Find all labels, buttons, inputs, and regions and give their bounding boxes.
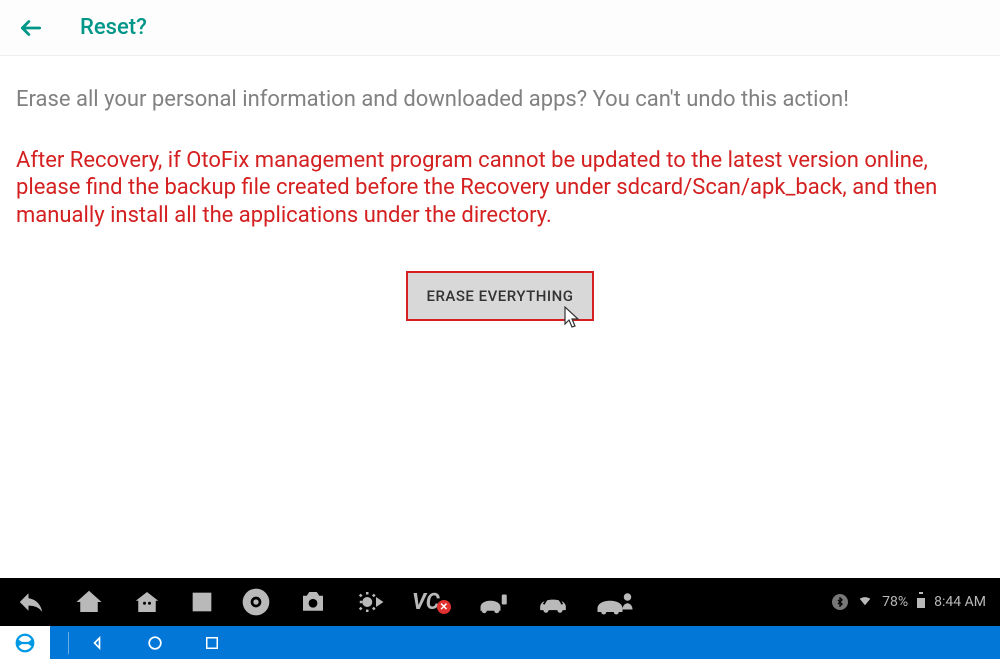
chrome-icon[interactable]: [240, 586, 272, 618]
system-navbar: [0, 626, 1000, 659]
camera-icon[interactable]: [296, 587, 330, 617]
battery-percent: 78%: [882, 594, 908, 610]
bluetooth-status-icon: [832, 594, 848, 610]
recovery-warning: After Recovery, if OtoFix management pro…: [16, 147, 984, 230]
content-area: Erase all your personal information and …: [0, 56, 1000, 321]
vci-status-icon[interactable]: VC ✕: [412, 590, 451, 615]
car-key-icon[interactable]: [475, 587, 511, 617]
erase-everything-button[interactable]: ERASE EVERYTHING: [406, 271, 593, 321]
confirmation-prompt: Erase all your personal information and …: [16, 86, 984, 115]
car-icon[interactable]: [535, 588, 571, 616]
page-title: Reset?: [80, 15, 147, 40]
back-arrow-icon[interactable]: [18, 15, 44, 41]
nav-recents-icon[interactable]: [203, 634, 221, 652]
nav-home-icon[interactable]: [145, 633, 165, 653]
app-header: Reset?: [0, 0, 1000, 56]
recent-apps-icon[interactable]: [188, 588, 216, 616]
home-icon[interactable]: [72, 587, 106, 617]
nav-back-icon[interactable]: [87, 633, 107, 653]
clock-time: 8:44 AM: [934, 594, 986, 610]
car-person-icon[interactable]: [595, 587, 635, 617]
wifi-icon: [856, 593, 874, 611]
app-taskbar: VC ✕ 78% 8:44 AM: [0, 578, 1000, 626]
teamviewer-app-icon[interactable]: [0, 626, 50, 659]
android-home-icon[interactable]: [130, 587, 164, 617]
brightness-icon[interactable]: [354, 587, 388, 617]
battery-icon: [916, 592, 926, 612]
reply-icon[interactable]: [14, 587, 48, 617]
